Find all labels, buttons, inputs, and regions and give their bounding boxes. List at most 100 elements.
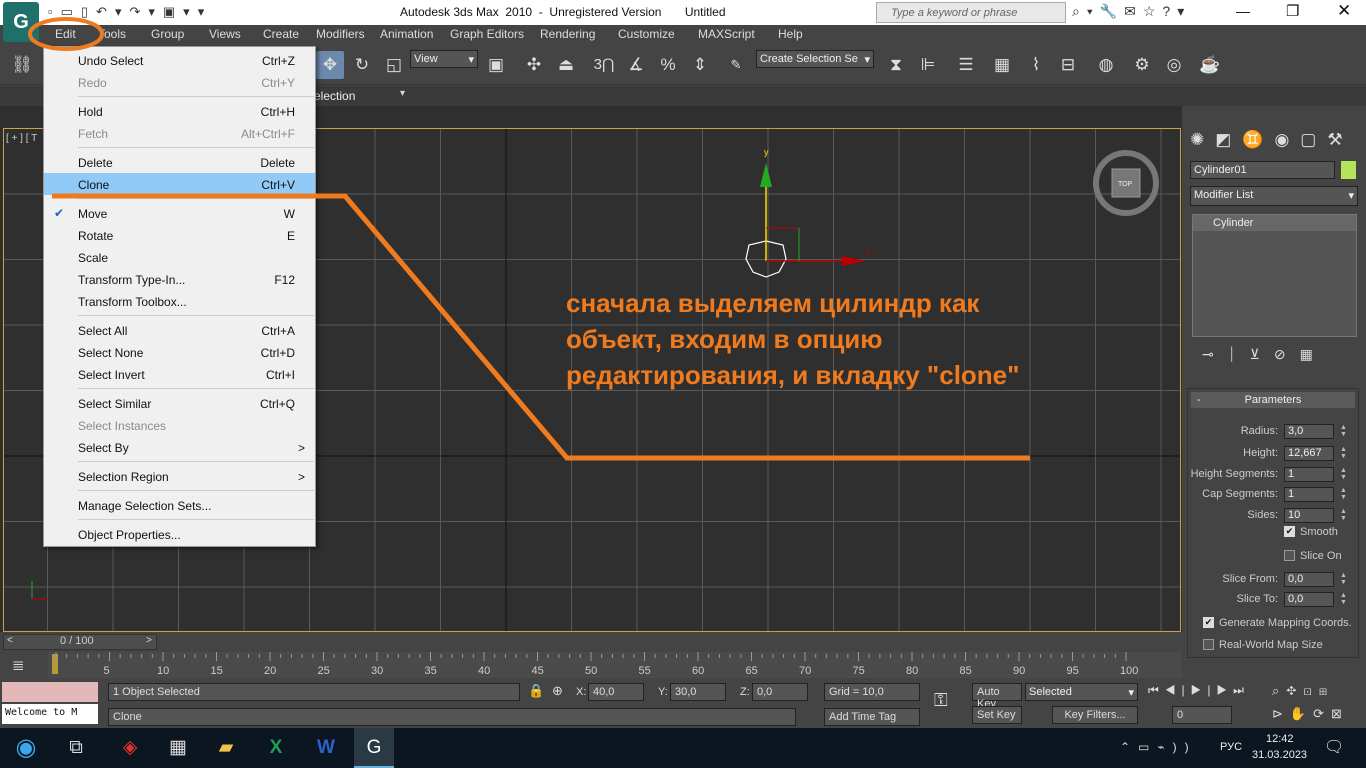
- y-coord-field[interactable]: 30,0: [670, 683, 726, 701]
- menu-item-manage-selection-sets[interactable]: Manage Selection Sets...: [44, 494, 315, 516]
- align-icon[interactable]: ⊫: [914, 51, 942, 79]
- minimize-button[interactable]: —: [1236, 3, 1250, 19]
- clock-date[interactable]: 31.03.2023: [1252, 749, 1307, 761]
- named-selection-icon[interactable]: ✎: [722, 51, 750, 79]
- word-app-icon[interactable]: W: [306, 728, 346, 768]
- menu-views[interactable]: Views: [209, 27, 241, 41]
- menu-group[interactable]: Group: [151, 27, 184, 41]
- menu-help[interactable]: Help: [778, 27, 803, 41]
- menu-item-scale[interactable]: Scale: [44, 246, 315, 268]
- rollout-header[interactable]: - Parameters: [1191, 392, 1355, 408]
- slice-from-spinner[interactable]: ▲ ▼: [1339, 572, 1348, 587]
- material-editor-icon[interactable]: ◍: [1092, 51, 1120, 79]
- menu-item-select-by[interactable]: Select By >: [44, 436, 315, 458]
- file-explorer-icon[interactable]: ▰: [206, 728, 246, 768]
- search-box[interactable]: Type a keyword or phrase: [876, 2, 1066, 23]
- param-field[interactable]: 10: [1284, 508, 1334, 523]
- param-spinner[interactable]: ▲ ▼: [1339, 508, 1348, 523]
- object-name-field[interactable]: Cylinder01: [1190, 161, 1335, 179]
- x-coord-field[interactable]: 40,0: [588, 683, 644, 701]
- task-view-icon[interactable]: ⧉: [56, 728, 96, 768]
- time-slider-next[interactable]: >: [146, 635, 152, 646]
- menu-item-select-invert[interactable]: Select Invert Ctrl+I: [44, 363, 315, 385]
- notifications-icon[interactable]: 🗨: [1324, 737, 1344, 757]
- info-center-icons[interactable]: ⌕▾🔧✉☆?▾: [1072, 3, 1191, 20]
- mirror-icon[interactable]: ⧗: [882, 51, 910, 79]
- schematic-view-icon[interactable]: ⊟: [1054, 51, 1082, 79]
- lock-selection-icon[interactable]: 🔒: [528, 683, 544, 699]
- pivot-icon[interactable]: ▣: [482, 51, 510, 79]
- menu-tools[interactable]: Tools: [98, 27, 126, 41]
- time-slider-prev[interactable]: <: [7, 635, 13, 646]
- menu-item-select-all[interactable]: Select All Ctrl+A: [44, 319, 315, 341]
- param-spinner[interactable]: ▲ ▼: [1339, 446, 1348, 461]
- z-coord-field[interactable]: 0,0: [752, 683, 808, 701]
- menu-item-select-none[interactable]: Select None Ctrl+D: [44, 341, 315, 363]
- calculator-app-icon[interactable]: ▦: [158, 728, 198, 768]
- maxscript-listener-output[interactable]: Welcome to M: [2, 704, 98, 724]
- real-world-checkbox[interactable]: [1203, 639, 1214, 650]
- menu-item-redo[interactable]: Redo Ctrl+Y: [44, 71, 315, 93]
- modifier-list-dropdown[interactable]: Modifier List ▾: [1190, 186, 1358, 206]
- select-manipulate-icon[interactable]: ✣: [520, 51, 548, 79]
- viewport-navigation-icons-2[interactable]: ⊳✋⟳⊠: [1272, 706, 1349, 722]
- menu-create[interactable]: Create: [263, 27, 299, 41]
- set-key-button[interactable]: Set Key: [972, 706, 1022, 724]
- spinner-snap-icon[interactable]: ⇕: [686, 51, 714, 79]
- slice-to-spinner[interactable]: ▲ ▼: [1339, 592, 1348, 607]
- app-logo-icon[interactable]: G: [3, 2, 39, 42]
- curve-editor-toggle-icon[interactable]: ≣: [12, 656, 25, 674]
- param-field[interactable]: 12,667: [1284, 446, 1334, 461]
- time-slider[interactable]: < 0 / 100 >: [3, 634, 157, 650]
- snaps-toggle-icon[interactable]: 3⋂: [590, 51, 618, 79]
- menu-item-delete[interactable]: Delete Delete: [44, 151, 315, 173]
- absolute-mode-icon[interactable]: ⊕: [552, 683, 563, 699]
- track-bar[interactable]: 5 10 15 20 25 30 35 40 45 50 55 60 65 70 75 80 85 90 95 100: [48, 652, 1182, 678]
- param-field[interactable]: 3,0: [1284, 424, 1334, 439]
- paint-app-icon[interactable]: ◈: [110, 728, 150, 768]
- menu-item-move[interactable]: ✔ Move W: [44, 202, 315, 224]
- param-spinner[interactable]: ▲ ▼: [1339, 424, 1348, 439]
- menu-item-object-properties[interactable]: Object Properties...: [44, 523, 315, 545]
- menu-rendering[interactable]: Rendering: [540, 27, 595, 41]
- menu-item-transform-toolbox[interactable]: Transform Toolbox...: [44, 290, 315, 312]
- modifier-stack-item[interactable]: Cylinder: [1193, 215, 1356, 231]
- percent-snap-icon[interactable]: %: [654, 51, 682, 79]
- curve-editor-icon[interactable]: ⌇: [1022, 51, 1050, 79]
- current-frame-field[interactable]: 0: [1172, 706, 1232, 724]
- maxscript-mini-listener[interactable]: [2, 682, 98, 702]
- start-button-icon[interactable]: ◉: [6, 728, 46, 768]
- render-production-icon[interactable]: ☕: [1196, 51, 1224, 79]
- menu-item-clone[interactable]: Clone Ctrl+V: [44, 173, 315, 195]
- menu-edit[interactable]: Edit: [55, 27, 76, 41]
- menu-item-select-similar[interactable]: Select Similar Ctrl+Q: [44, 392, 315, 414]
- slice-on-checkbox[interactable]: [1284, 550, 1295, 561]
- input-language[interactable]: РУС: [1220, 741, 1242, 753]
- graphite-toggle-icon[interactable]: ▦: [988, 51, 1016, 79]
- reference-coordinate-dropdown[interactable]: View ▾: [410, 50, 478, 68]
- smooth-checkbox[interactable]: ✔: [1284, 526, 1295, 537]
- viewport-navigation-icons[interactable]: ⌕✥⊡⊞: [1272, 683, 1334, 699]
- auto-key-button[interactable]: Auto Key: [972, 683, 1022, 710]
- excel-app-icon[interactable]: X: [256, 728, 296, 768]
- menu-item-undo-select[interactable]: Undo Select Ctrl+Z: [44, 49, 315, 71]
- key-filters-button[interactable]: Key Filters...: [1052, 706, 1138, 724]
- menu-item-select-instances[interactable]: Select Instances: [44, 414, 315, 436]
- param-spinner[interactable]: ▲ ▼: [1339, 487, 1348, 502]
- angle-snap-icon[interactable]: ∡: [622, 51, 650, 79]
- select-rotate-icon[interactable]: ↻: [348, 51, 376, 79]
- menu-maxscript[interactable]: MAXScript: [698, 27, 755, 41]
- add-time-tag[interactable]: Add Time Tag: [824, 708, 920, 726]
- menu-animation[interactable]: Animation: [380, 27, 433, 41]
- param-field[interactable]: 1: [1284, 467, 1334, 482]
- slice-to-field[interactable]: 0,0: [1284, 592, 1334, 607]
- render-setup-icon[interactable]: ⚙: [1128, 51, 1156, 79]
- slice-from-field[interactable]: 0,0: [1284, 572, 1334, 587]
- playback-controls[interactable]: ⏮◀|▶|▶⏭: [1148, 683, 1250, 698]
- key-selection-dropdown[interactable]: Selected ▾: [1025, 683, 1138, 701]
- maximize-button[interactable]: ❐: [1286, 2, 1299, 20]
- menu-customize[interactable]: Customize: [618, 27, 675, 41]
- 3dsmax-app-icon[interactable]: G: [354, 728, 394, 768]
- generate-mapping-checkbox[interactable]: ✔: [1203, 617, 1214, 628]
- search-input[interactable]: Type a keyword or phrase: [891, 7, 1017, 19]
